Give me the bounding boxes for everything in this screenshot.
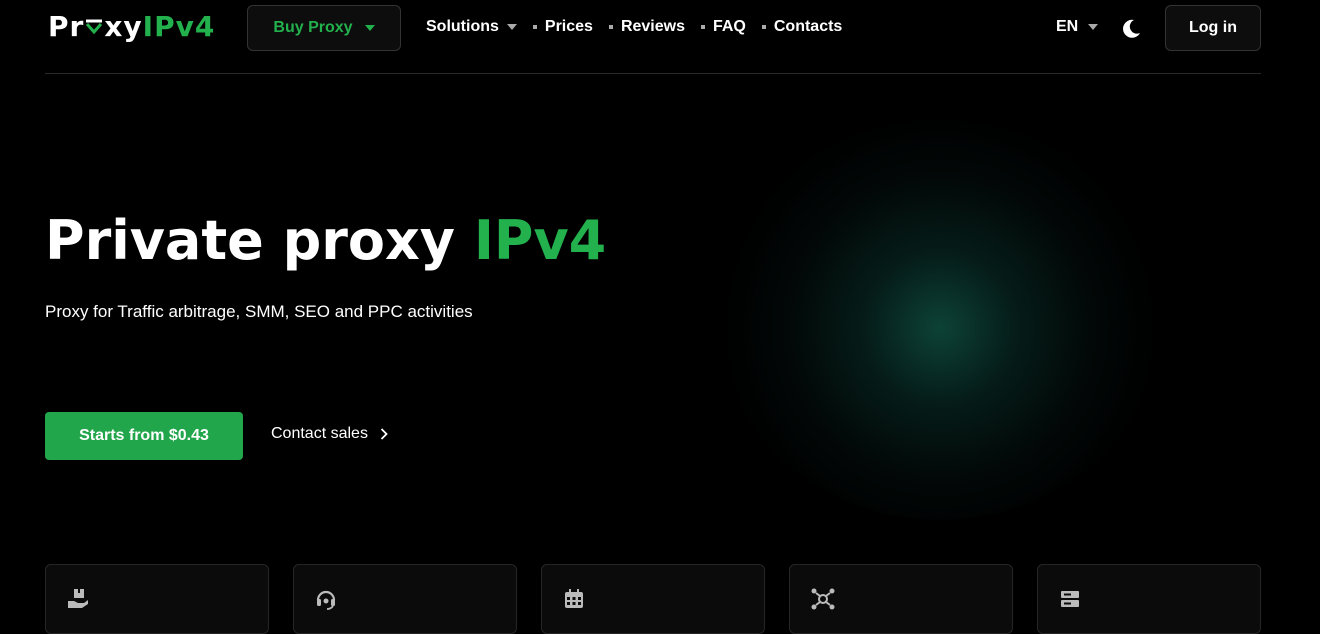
chevron-down-icon <box>364 25 375 31</box>
hero-title-accent: IPv4 <box>473 209 607 272</box>
language-selector[interactable]: EN <box>1056 18 1099 36</box>
site-header: Pr xyIPv4 Buy Proxy Solutions Prices Revi… <box>45 0 1261 74</box>
chevron-down-icon <box>506 24 517 30</box>
nav-label: FAQ <box>712 18 746 35</box>
hero-subtitle: Proxy for Traffic arbitrage, SMM, SEO an… <box>45 302 473 321</box>
moon-icon[interactable] <box>1120 18 1142 40</box>
buy-proxy-label: Buy Proxy <box>273 19 353 36</box>
nav-item-contacts[interactable]: Contacts <box>761 18 843 36</box>
contact-sales-link[interactable]: Contact sales <box>271 425 388 443</box>
buy-proxy-button[interactable]: Buy Proxy <box>247 5 401 51</box>
network-icon <box>811 588 835 610</box>
nav-item-reviews[interactable]: Reviews <box>608 18 685 36</box>
nav-item-solutions[interactable]: Solutions <box>426 18 517 36</box>
nav-item-prices[interactable]: Prices <box>532 18 593 36</box>
main-nav: Solutions Prices Reviews FAQ Contacts <box>426 18 842 36</box>
logo[interactable]: Pr xyIPv4 <box>48 8 215 46</box>
bullet-icon <box>700 25 705 29</box>
logo-check-icon <box>86 19 103 35</box>
hero-title: Private proxy IPv4 <box>45 206 606 276</box>
login-label: Log in <box>1189 19 1237 36</box>
feature-card <box>45 564 269 634</box>
feature-card <box>789 564 1013 634</box>
feature-cards <box>45 564 1261 634</box>
cta-label: Starts from $0.43 <box>79 427 209 444</box>
nav-label: Prices <box>544 18 593 35</box>
feature-card <box>541 564 765 634</box>
logo-text-xy: xy <box>104 10 143 43</box>
chevron-right-icon <box>380 428 388 440</box>
contact-sales-label: Contact sales <box>271 425 368 442</box>
nav-item-faq[interactable]: FAQ <box>700 18 746 36</box>
hero-title-main: Private proxy <box>45 209 474 272</box>
hero-glow-decoration <box>720 120 1160 520</box>
feature-card <box>293 564 517 634</box>
calendar-icon <box>565 589 583 608</box>
language-label: EN <box>1056 18 1079 35</box>
logo-text-ipv4: IPv4 <box>142 10 216 43</box>
login-button[interactable]: Log in <box>1165 5 1261 51</box>
starts-from-button[interactable]: Starts from $0.43 <box>45 412 243 460</box>
bullet-icon <box>608 25 613 29</box>
nav-label: Contacts <box>773 18 843 35</box>
nav-label: Reviews <box>620 18 685 35</box>
bullet-icon <box>761 25 766 29</box>
chevron-down-icon <box>1088 24 1099 30</box>
logo-text-pr: Pr <box>48 10 85 43</box>
hand-box-icon <box>68 589 88 608</box>
headset-icon <box>316 590 336 610</box>
feature-card <box>1037 564 1261 634</box>
nav-label: Solutions <box>426 18 499 35</box>
bullet-icon <box>532 25 537 29</box>
server-icon <box>1061 591 1079 607</box>
